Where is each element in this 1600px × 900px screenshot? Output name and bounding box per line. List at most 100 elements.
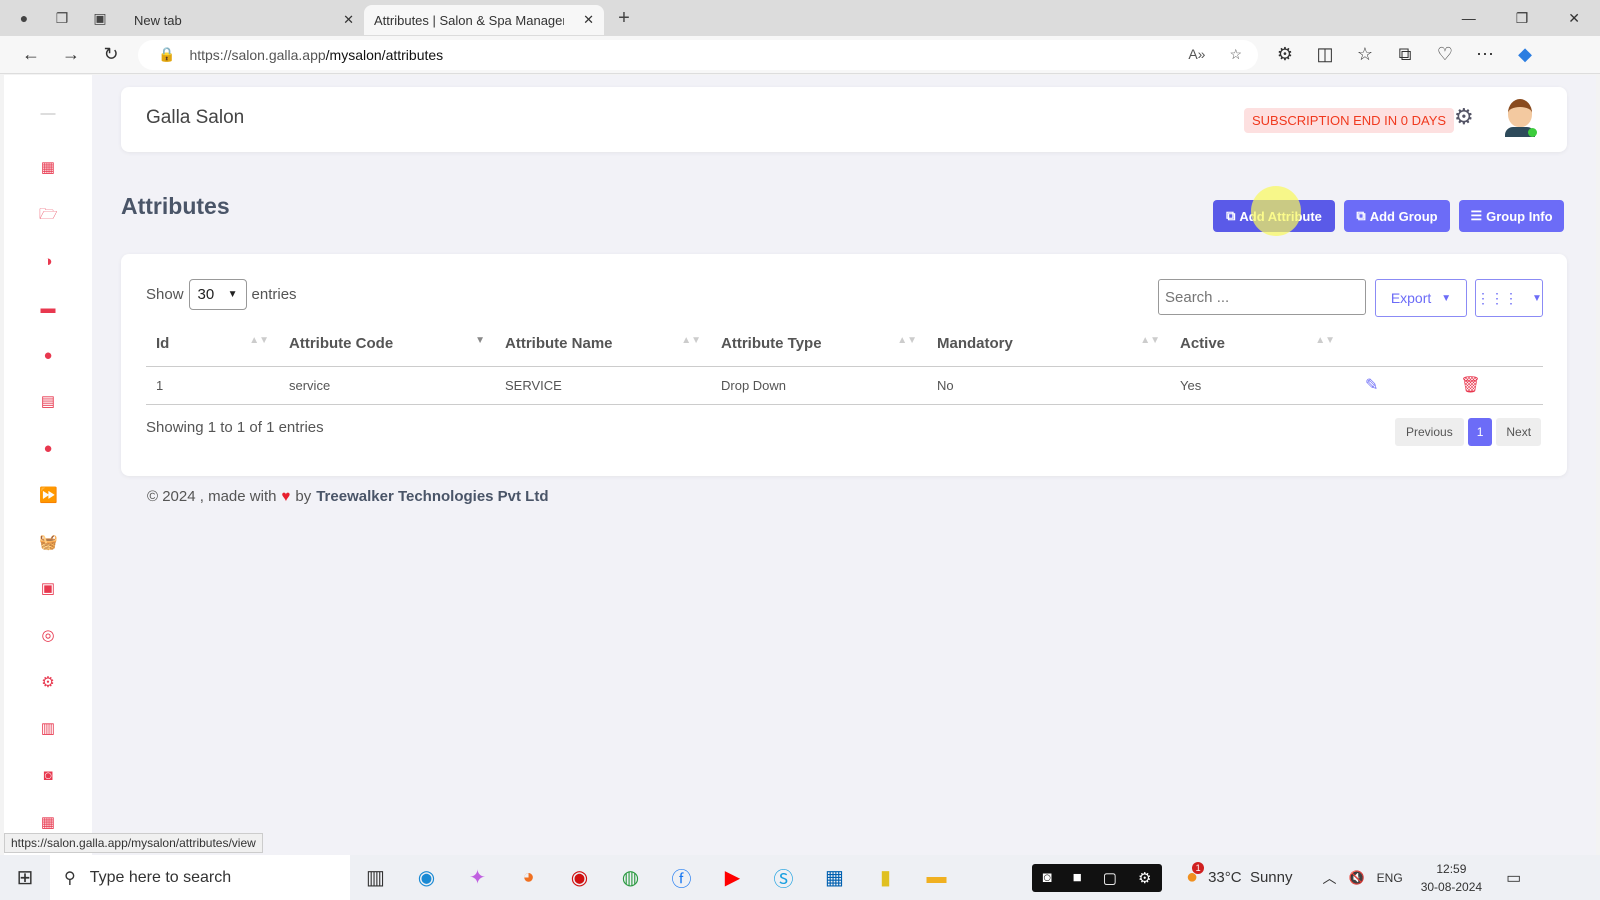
favorite-icon[interactable]: ☆ — [1229, 46, 1242, 63]
windows-start-icon[interactable]: ⊞ — [0, 865, 50, 890]
tab-new-tab[interactable]: New tab ✕ — [124, 5, 364, 35]
mute-icon[interactable]: 🔇 — [1348, 870, 1364, 886]
page-1-button[interactable]: 1 — [1467, 418, 1493, 446]
youtube-icon[interactable]: ▶ — [707, 865, 758, 890]
add-group-button[interactable]: ⧉ Add Group — [1344, 200, 1450, 232]
menu-toggle-icon[interactable]: — — [39, 105, 57, 123]
copilot-icon[interactable]: ◆ — [1512, 44, 1538, 65]
chevron-up-icon[interactable]: ︿ — [1322, 868, 1336, 888]
recorder-icon[interactable]: ◉ — [554, 865, 605, 890]
split-screen-icon[interactable]: ◫ — [1312, 44, 1338, 65]
settings-icon[interactable]: ⚙ — [39, 674, 57, 692]
avatar[interactable] — [1503, 99, 1537, 139]
refresh-icon[interactable]: ↻ — [98, 44, 124, 65]
report-icon[interactable]: ▥ — [39, 720, 57, 738]
add-attribute-button[interactable]: ⧉Add Attribute — [1213, 186, 1335, 236]
task-view-icon[interactable]: ▥ — [350, 865, 401, 890]
dashboard-icon[interactable]: ▦ — [39, 159, 57, 177]
user-icon[interactable]: ● — [39, 347, 57, 365]
group-info-button[interactable]: ☰ Group Info — [1459, 200, 1564, 232]
settings-gear-icon[interactable]: ⚙ — [1454, 104, 1474, 130]
minimize-icon[interactable]: — — [1462, 10, 1476, 27]
tab-actions-icon[interactable]: ▣ — [90, 10, 110, 27]
money-icon[interactable]: ◙ — [39, 767, 57, 785]
firefox-icon[interactable]: ◕ — [503, 866, 554, 889]
entries-select[interactable]: 30 ▼ — [188, 279, 247, 310]
button-label: Group Info — [1486, 208, 1553, 224]
weather-icon[interactable]: ● 1 — [1186, 862, 1205, 889]
export-button[interactable]: Export ▼ — [1375, 279, 1467, 317]
url-field[interactable]: 🔒 https://salon.galla.app/mysalon/attribu… — [138, 39, 1258, 70]
clock[interactable]: 12:59 30-08-2024 — [1421, 860, 1482, 896]
chrome-icon[interactable]: ◍ — [605, 865, 656, 890]
gear-icon[interactable]: ⚙ — [1138, 869, 1151, 887]
contrast-icon[interactable]: ◑ — [39, 253, 57, 271]
app-icon[interactable]: ▮ — [860, 865, 911, 890]
close-window-icon[interactable]: ✕ — [1568, 10, 1580, 27]
profile-icon[interactable]: ● — [14, 10, 34, 26]
show-label: Show — [146, 286, 184, 303]
tab-attributes[interactable]: Attributes | Salon & Spa Manager ✕ — [364, 5, 604, 35]
forward-circle-icon[interactable]: ⏩ — [39, 487, 58, 505]
facebook-icon[interactable]: ⓕ — [656, 863, 707, 892]
brand-name: Galla Salon — [146, 107, 245, 128]
footer-company[interactable]: Treewalker Technologies Pvt Ltd — [316, 488, 548, 505]
back-icon[interactable]: ← — [18, 44, 44, 65]
page: — ▦ 🗁 ◑ ▬ ● ▤ ● ⏩ 🧺 ▣ ◎ ⚙ ▥ ◙ ▦ Galla Sa… — [4, 75, 1596, 855]
col-mandatory[interactable]: Mandatory ▲▼ — [927, 322, 1170, 366]
delete-icon[interactable]: 🗑 — [1460, 377, 1480, 394]
search-input[interactable] — [1158, 279, 1366, 315]
browser-essentials-icon[interactable]: ♡ — [1432, 44, 1458, 65]
contacts-icon[interactable]: ▣ — [39, 580, 57, 598]
entries-length: Show 30 ▼ entries — [146, 279, 297, 310]
search-icon: ⚲ — [64, 869, 76, 887]
taskbar-search[interactable]: ⚲ Type here to search — [50, 855, 350, 900]
next-button[interactable]: Next — [1496, 418, 1542, 446]
col-attribute-type[interactable]: Attribute Type ▲▼ — [711, 322, 927, 366]
skype-icon[interactable]: Ⓢ — [758, 863, 809, 892]
ticket-icon[interactable]: ▬ — [39, 300, 57, 318]
collections-icon[interactable]: ❐ — [52, 10, 72, 27]
col-active[interactable]: Active ▲▼ — [1170, 322, 1345, 366]
folder-icon[interactable]: 🗁 — [39, 206, 58, 224]
col-attribute-code[interactable]: Attribute Code ▼ — [279, 322, 495, 366]
copilot-icon[interactable]: ✦ — [452, 865, 503, 890]
footer: © 2024 , made with ♥ by Treewalker Technolo… — [147, 488, 549, 505]
location-icon[interactable]: ◎ — [39, 627, 57, 645]
extensions-icon[interactable]: ⚙ — [1272, 44, 1298, 65]
customer-icon[interactable]: ● — [39, 440, 57, 458]
restore-icon[interactable]: ❐ — [1516, 10, 1529, 27]
close-icon[interactable]: ✕ — [583, 12, 594, 28]
camera-icon[interactable]: ◙ — [1043, 869, 1052, 886]
more-icon[interactable]: ⋯ — [1472, 44, 1498, 65]
calendar-icon[interactable]: ▦ — [39, 814, 57, 832]
button-label: Export — [1390, 290, 1432, 306]
col-attribute-name[interactable]: Attribute Name ▲▼ — [495, 322, 711, 366]
new-tab-icon[interactable]: + — [614, 7, 634, 30]
table-info: Showing 1 to 1 of 1 entries — [146, 419, 324, 436]
weather-text[interactable]: 33°C Sunny — [1208, 869, 1292, 886]
collections-icon[interactable]: ⧉ — [1392, 44, 1418, 65]
file-explorer-icon[interactable]: ▬ — [911, 866, 962, 889]
col-id[interactable]: Id ▲▼ — [146, 322, 279, 366]
forward-icon[interactable]: → — [58, 44, 84, 65]
video-icon[interactable]: ■ — [1073, 869, 1082, 886]
column-visibility-button[interactable]: ⋮⋮⋮ ▼ — [1475, 279, 1543, 317]
previous-button[interactable]: Previous — [1395, 418, 1464, 446]
entries-value: 30 — [197, 286, 215, 303]
sort-icon: ▲▼ — [1140, 335, 1160, 347]
read-aloud-icon[interactable]: A» — [1188, 46, 1205, 63]
document-icon[interactable]: ▤ — [39, 393, 57, 411]
store-icon[interactable]: ▦ — [809, 865, 860, 890]
window-icon[interactable]: ▢ — [1103, 869, 1117, 887]
add-copy-icon: ⧉ — [1226, 208, 1236, 223]
date: 30-08-2024 — [1420, 879, 1483, 894]
favorites-icon[interactable]: ☆ — [1352, 44, 1378, 65]
edge-icon[interactable]: ◉ — [401, 865, 452, 890]
close-icon[interactable]: ✕ — [343, 12, 354, 28]
edit-icon[interactable]: ✎ — [1365, 377, 1378, 394]
capture-toolbar[interactable]: ◙ ■ ▢ ⚙ — [1032, 863, 1162, 892]
basket-icon[interactable]: 🧺 — [39, 534, 58, 552]
notifications-icon[interactable]: ▭ — [1506, 868, 1521, 888]
language-indicator[interactable]: ENG — [1377, 871, 1403, 885]
